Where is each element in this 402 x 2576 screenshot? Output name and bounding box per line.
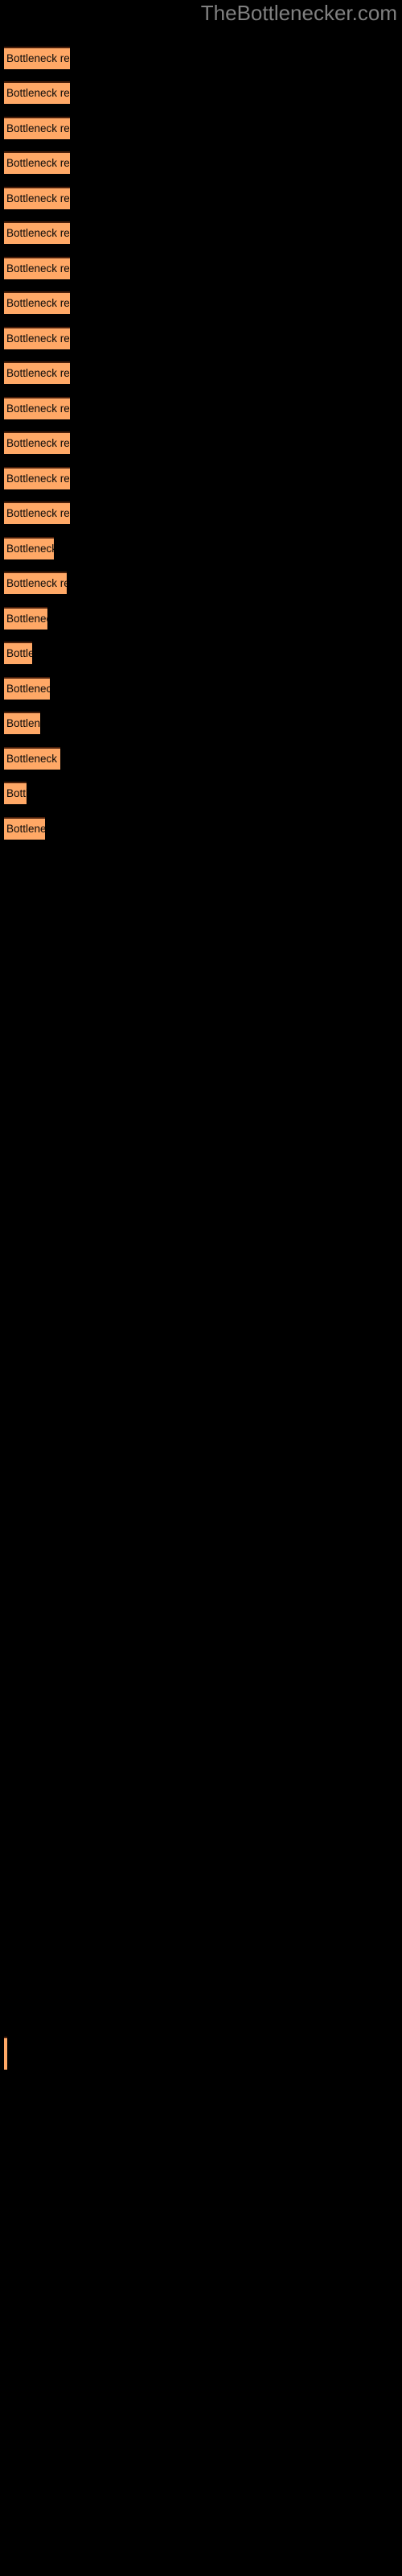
- bar-sliver: [4, 2037, 7, 2070]
- bar-row: Bottleneck result: [0, 537, 402, 572]
- bar-label: Bottleneck result: [6, 52, 70, 64]
- bar-row: Bottleneck result: [0, 782, 402, 817]
- bar-label: Bottleneck result: [6, 683, 50, 695]
- bar-row: Bottleneck result: [0, 117, 402, 152]
- bar-row: Bottleneck result: [0, 502, 402, 537]
- bar[interactable]: Bottleneck result: [4, 782, 27, 804]
- bar-row: Bottleneck result: [0, 221, 402, 257]
- bar-row: Bottleneck result: [0, 467, 402, 502]
- bar-label: Bottleneck result: [6, 367, 70, 379]
- bar-label: Bottleneck result: [6, 507, 70, 519]
- bar-label: Bottleneck result: [6, 227, 70, 239]
- bar[interactable]: Bottleneck result: [4, 607, 47, 630]
- bar-row: Bottleneck result: [0, 291, 402, 327]
- bar-label: Bottleneck result: [6, 613, 47, 625]
- bar-label: Bottleneck result: [6, 543, 54, 555]
- bar-label: Bottleneck result: [6, 473, 70, 485]
- bar[interactable]: Bottleneck result: [4, 642, 32, 664]
- bar-row: Bottleneck result: [0, 47, 402, 82]
- bar-row: Bottleneck result: [0, 607, 402, 642]
- bar-row: Bottleneck result: [0, 642, 402, 677]
- bar[interactable]: Bottleneck result: [4, 187, 70, 209]
- plot-area: Bottleneck result Bottleneck result Bottle…: [0, 0, 402, 2576]
- bar-label: Bottleneck result: [6, 402, 70, 415]
- bar-row: Bottleneck result: [0, 327, 402, 362]
- bar-row: Bottleneck result: [0, 151, 402, 187]
- bar-label: Bottleneck result: [6, 122, 70, 134]
- bar-label: Bottleneck result: [6, 823, 45, 835]
- bar[interactable]: Bottleneck result: [4, 712, 40, 734]
- bar[interactable]: Bottleneck result: [4, 467, 70, 489]
- bar[interactable]: Bottleneck result: [4, 117, 70, 139]
- bar-label: Bottleneck result: [6, 647, 32, 659]
- bar-label: Bottleneck result: [6, 192, 70, 204]
- bar-row: Bottleneck result: [0, 431, 402, 467]
- bar-label: Bottleneck result: [6, 297, 70, 309]
- bar[interactable]: Bottleneck result: [4, 291, 70, 314]
- bar-row: Bottleneck result: [0, 397, 402, 432]
- bar-row: Bottleneck result: [0, 187, 402, 222]
- bar-row: Bottleneck result: [0, 817, 402, 852]
- bar[interactable]: Bottleneck result: [4, 572, 67, 594]
- bar-row: Bottleneck result: [0, 747, 402, 782]
- bar-label: Bottleneck result: [6, 262, 70, 275]
- bar-row: Bottleneck result: [0, 361, 402, 397]
- bar[interactable]: Bottleneck result: [4, 747, 60, 770]
- bar[interactable]: Bottleneck result: [4, 431, 70, 454]
- bottleneck-chart: TheBottlenecker.com Bottleneck resultBot…: [0, 0, 402, 2576]
- bar[interactable]: Bottleneck result: [4, 397, 70, 419]
- bar-row: Bottleneck result: [0, 677, 402, 712]
- bar[interactable]: Bottleneck result: [4, 537, 54, 559]
- bar-label: Bottleneck result: [6, 577, 67, 589]
- bar[interactable]: Bottleneck result: [4, 81, 70, 104]
- bar[interactable]: Bottleneck result: [4, 327, 70, 349]
- bar-label: Bottleneck result: [6, 157, 70, 169]
- bar-label: Bottleneck result: [6, 332, 70, 345]
- bar[interactable]: Bottleneck result: [4, 361, 70, 384]
- bar[interactable]: Bottleneck result: [4, 257, 70, 279]
- bar[interactable]: Bottleneck result: [4, 817, 45, 840]
- bar-row: Bottleneck result: [0, 572, 402, 607]
- bar-row: Bottleneck result: [0, 712, 402, 747]
- bar[interactable]: Bottleneck result: [4, 677, 50, 700]
- bar-label: Bottleneck result: [6, 87, 70, 99]
- bar[interactable]: Bottleneck result: [4, 221, 70, 244]
- bar-row: Bottleneck result: [0, 81, 402, 117]
- bar[interactable]: Bottleneck result: [4, 151, 70, 174]
- bar[interactable]: Bottleneck result: [4, 502, 70, 524]
- bar[interactable]: Bottleneck result: [4, 47, 70, 69]
- bar-label: Bottleneck result: [6, 437, 70, 449]
- bar-label: Bottleneck result: [6, 787, 27, 799]
- bar-label: Bottleneck result: [6, 753, 60, 765]
- bar-label: Bottleneck result: [6, 717, 40, 729]
- bar-row: Bottleneck result: [0, 257, 402, 292]
